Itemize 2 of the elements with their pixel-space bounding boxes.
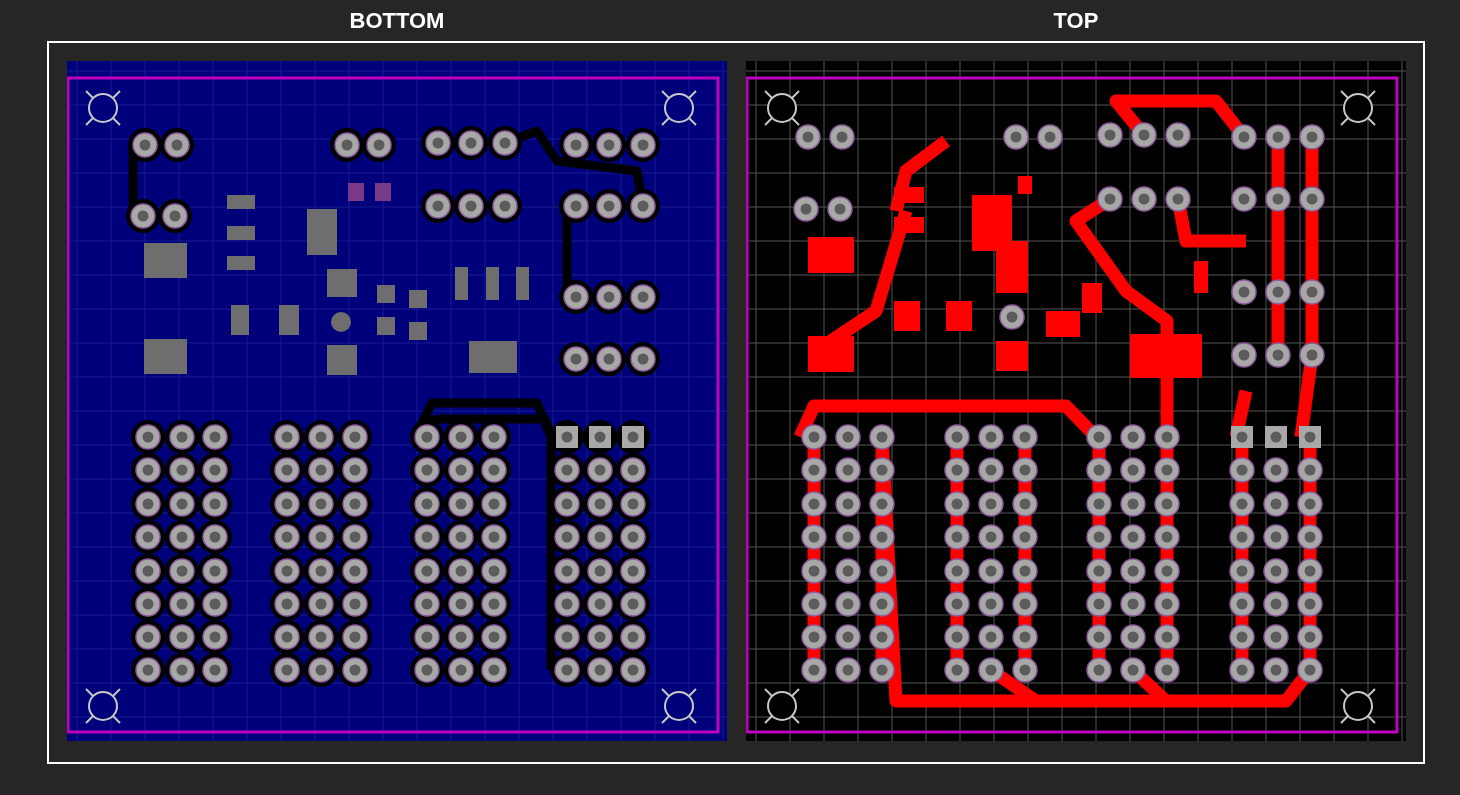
- panel-title: BOTTOM: [349, 7, 445, 35]
- panel-title: TOP: [1053, 7, 1099, 35]
